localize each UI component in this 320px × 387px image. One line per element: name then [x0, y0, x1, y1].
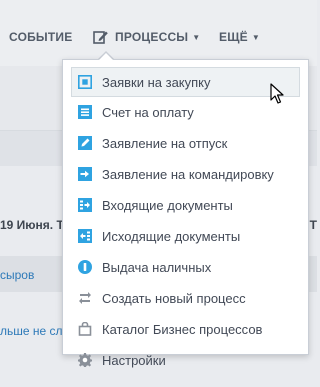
gear-icon: [78, 353, 92, 367]
menu-item-vacation[interactable]: Заявление на отпуск: [72, 129, 299, 157]
nav-processes-label: ПРОЦЕССЫ: [115, 30, 189, 44]
menu-item-purchase-requests[interactable]: Заявки на закупку: [71, 67, 300, 97]
menu-item-invoice[interactable]: Счет на оплату: [72, 98, 299, 126]
menu-item-settings[interactable]: Настройки: [72, 346, 299, 374]
nav-events[interactable]: СОБЫТИЕ: [9, 30, 72, 44]
invoice-icon: [78, 105, 92, 119]
menu-arrow-inner: [98, 53, 114, 61]
nav-processes[interactable]: ПРОЦЕССЫ ▼: [93, 30, 200, 44]
menu-item-process-catalog[interactable]: Каталог Бизнес процессов: [72, 315, 299, 343]
menu-item-label: Входящие документы: [102, 197, 233, 213]
menu-item-label: Заявление на отпуск: [102, 135, 228, 151]
menu-item-incoming-docs[interactable]: Входящие документы: [72, 191, 299, 219]
nav-more[interactable]: ЕЩЁ ▼: [219, 30, 260, 44]
chevron-down-icon: ▼: [192, 33, 201, 42]
menu-item-outgoing-docs[interactable]: Исходящие документы: [72, 222, 299, 250]
menu-item-label: Заявки на закупку: [102, 74, 211, 90]
menu-item-label: Создать новый процесс: [102, 290, 246, 306]
bg-link[interactable]: сыров: [0, 268, 34, 282]
bg-more-link[interactable]: льше не сл: [0, 324, 63, 338]
nav-more-label: ЕЩЁ: [219, 30, 248, 44]
menu-item-label: Исходящие документы: [102, 228, 241, 244]
chevron-down-icon: ▼: [251, 33, 260, 42]
menu-item-business-trip[interactable]: Заявление на командировку: [72, 160, 299, 188]
menu-item-label: Каталог Бизнес процессов: [102, 321, 263, 337]
documents-in-icon: [78, 198, 92, 212]
bg-right-text: Т: [309, 218, 317, 232]
menu-item-cash[interactable]: Выдача наличных: [72, 253, 299, 281]
edit-icon: [78, 136, 92, 150]
edit-icon: [93, 31, 108, 44]
menu-item-label: Выдача наличных: [102, 259, 212, 275]
menu-item-label: Счет на оплату: [102, 104, 194, 120]
cash-icon: [78, 260, 92, 274]
top-nav-bar: СОБЫТИЕ ПРОЦЕССЫ ▼ ЕЩЁ ▼: [0, 0, 317, 67]
arrow-in-icon: [78, 167, 92, 181]
cycle-icon: [79, 292, 91, 304]
bag-icon: [78, 322, 92, 336]
square-icon: [78, 75, 92, 89]
nav-events-label: СОБЫТИЕ: [9, 30, 73, 44]
bg-date-text: 19 Июня. Т: [0, 218, 64, 232]
documents-out-icon: [78, 229, 92, 243]
menu-item-label: Заявление на командировку: [102, 166, 274, 182]
menu-item-label: Настройки: [102, 352, 166, 368]
menu-item-create-process[interactable]: Создать новый процесс: [72, 284, 299, 312]
mouse-cursor-icon: [270, 83, 284, 104]
